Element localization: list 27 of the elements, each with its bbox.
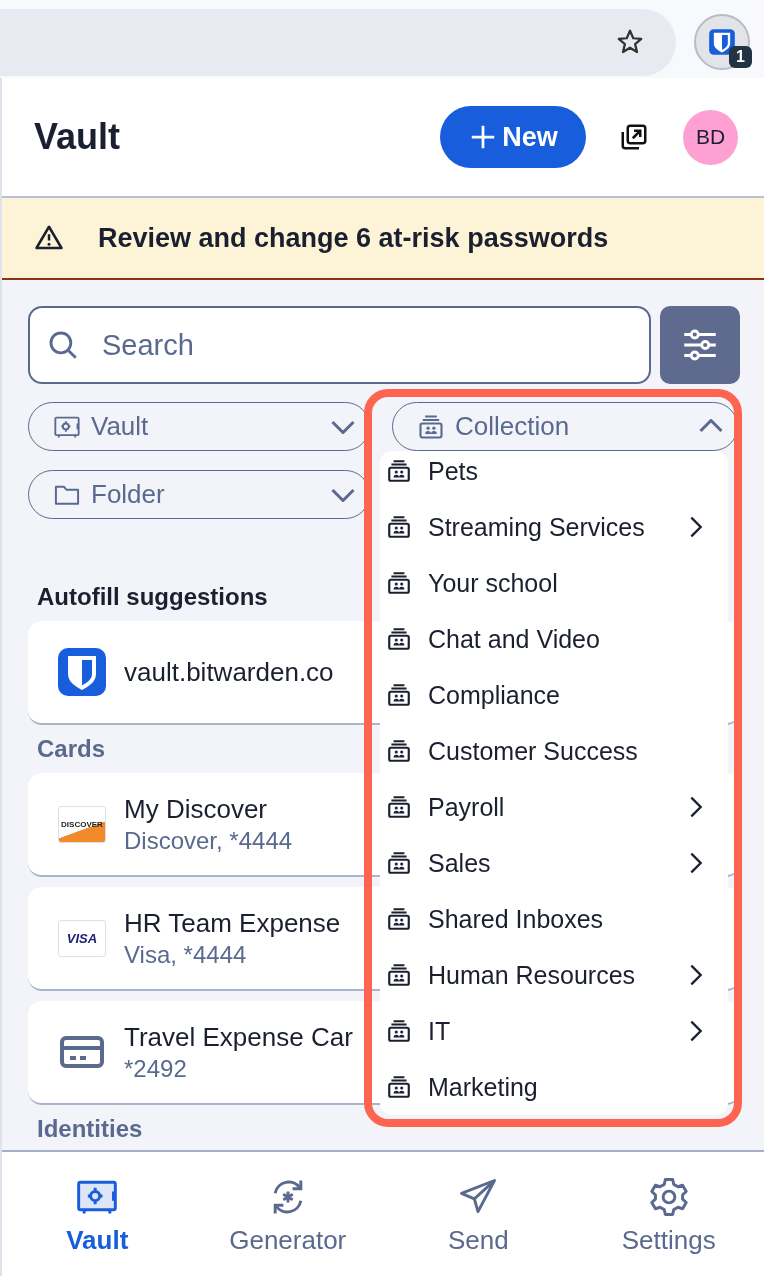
card-logo: DISCOVER <box>58 805 106 843</box>
item-title: vault.bitwarden.co <box>124 656 334 688</box>
menu-item-label: Marketing <box>428 1072 539 1102</box>
notification-badge: 1 <box>729 46 752 68</box>
card-logo: VISA <box>58 919 106 957</box>
item-title: My Discover <box>124 793 268 825</box>
menu-item-label: Pets <box>428 456 480 486</box>
page-title: Vault <box>34 116 122 158</box>
item-subtitle: Visa, *4444 <box>124 940 248 969</box>
section-heading: Identities <box>37 1115 143 1143</box>
menu-item-label: Streaming Services <box>428 512 646 542</box>
menu-item-label: IT <box>428 1016 452 1046</box>
section-heading: Autofill suggestions <box>37 583 268 611</box>
section-heading: Cards <box>37 735 106 763</box>
menu-item-label: Shared Inboxes <box>428 904 605 934</box>
menu-item-label: Customer Success <box>428 736 639 766</box>
banner-text: Review and change 6 at-risk passwords <box>98 222 609 254</box>
menu-item-label: Human Resources <box>428 960 637 990</box>
menu-item-label: Payroll <box>428 792 506 822</box>
menu-item-label: Sales <box>428 848 492 878</box>
menu-item-label: Chat and Video <box>428 624 601 654</box>
item-title: Travel Expense Car <box>124 1021 353 1053</box>
item-title: HR Team Expense <box>124 907 341 939</box>
item-subtitle: Discover, *4444 <box>124 826 293 855</box>
menu-item-label: Your school <box>428 568 559 598</box>
menu-item-label: Compliance <box>428 680 561 710</box>
item-subtitle: *2492 <box>124 1054 188 1083</box>
